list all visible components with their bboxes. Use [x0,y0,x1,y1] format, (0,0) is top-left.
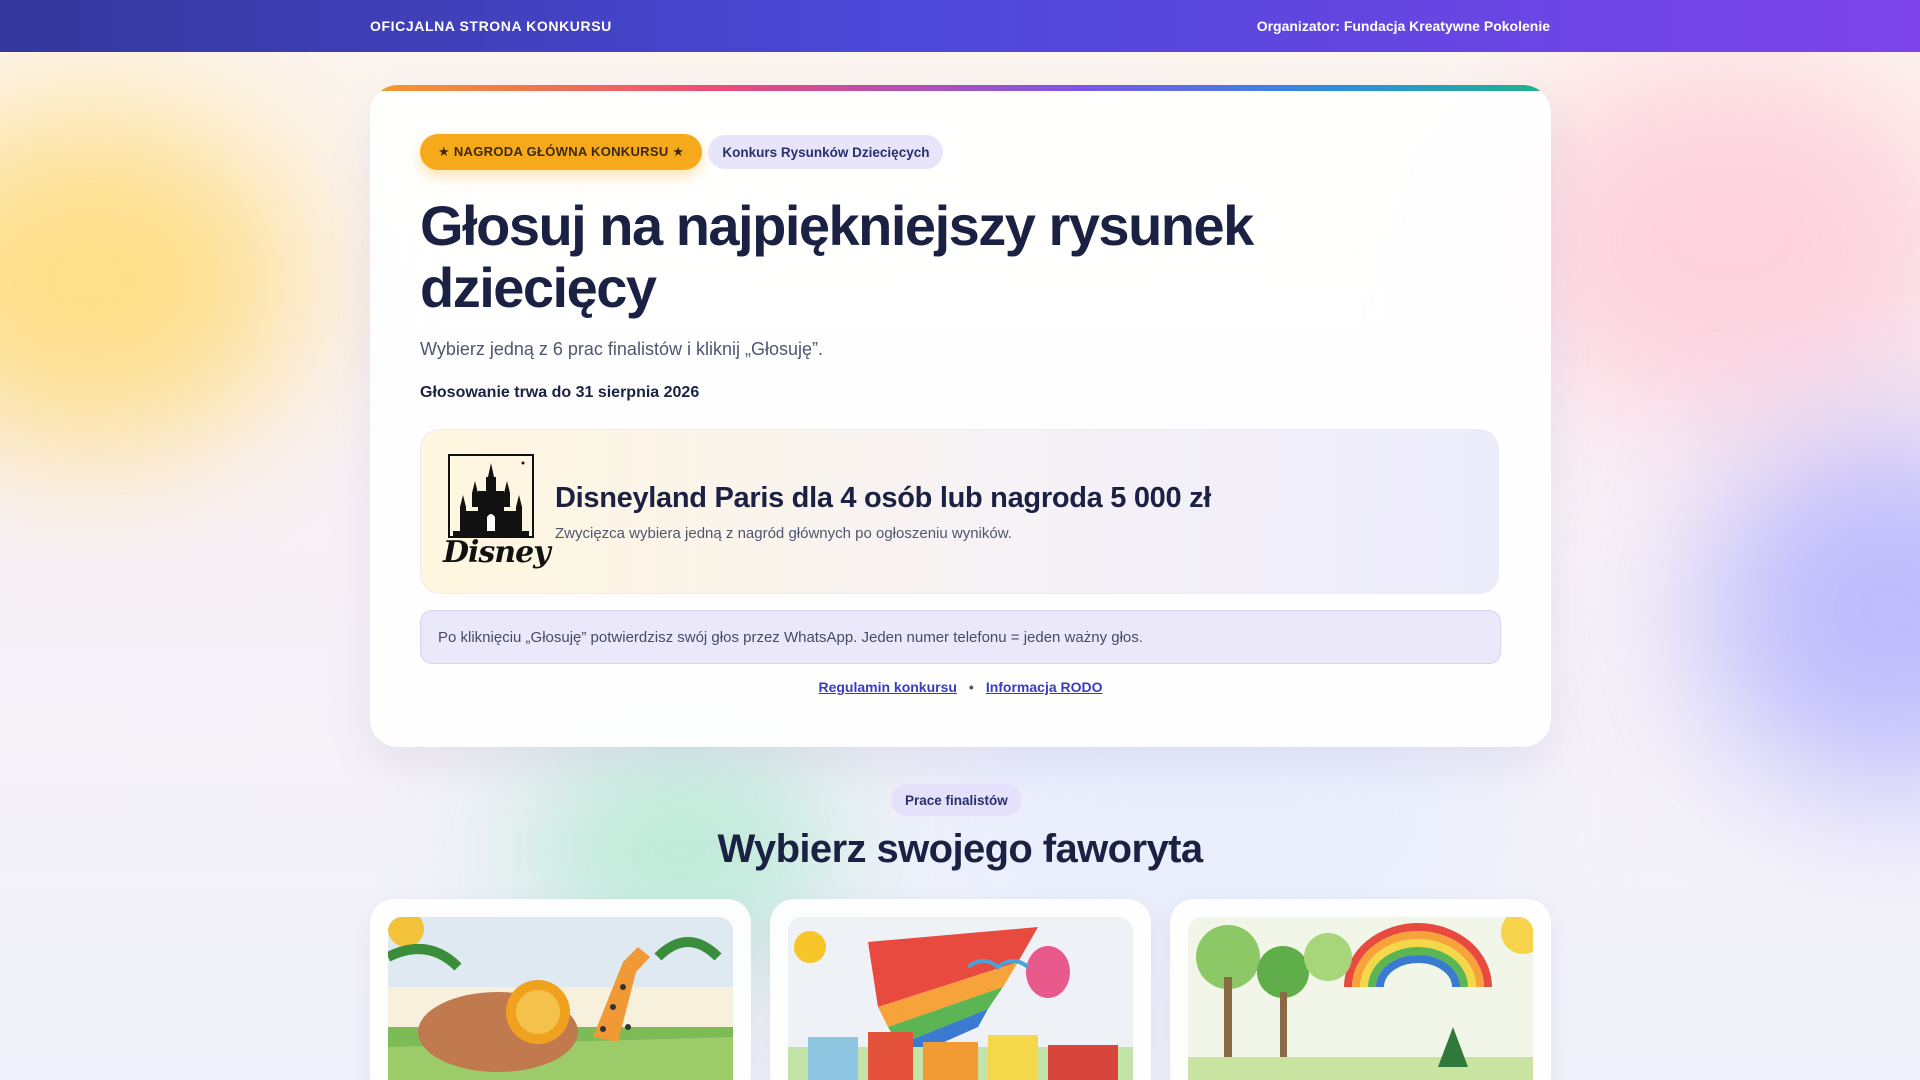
site-label: OFICJALNA STRONA KONKURSU [370,18,612,34]
deadline-date: 31 sierpnia 2026 [575,384,700,401]
finalist-card-3[interactable] [1170,899,1551,1080]
prize-description: Zwycięzca wybiera jedną z nagród głównyc… [555,524,1012,542]
organizer-label: Organizator: Fundacja Kreatywne Pokoleni… [1256,18,1550,34]
legal-links: Regulamin konkursu • Informacja RODO [370,679,1551,695]
prize-title: Disneyland Paris dla 4 osób lub nagroda … [555,481,1212,514]
hero-card: ★ NAGRODA GŁÓWNA KONKURSU ★ Konkurs Rysu… [370,85,1551,747]
disney-castle-logo: Disney [443,451,551,573]
lion-giraffe-drawing-icon [388,917,733,1080]
voting-deadline: Głosowanie trwa do 31 sierpnia 2026 [420,384,699,402]
finalist-card-2[interactable] [770,899,1151,1080]
disney-logo-text: Disney [443,534,551,570]
page-title: Głosuj na najpiękniejszy rysunek dziecię… [420,194,1254,319]
gdpr-link[interactable]: Informacja RODO [986,679,1103,695]
top-bar: OFICJALNA STRONA KONKURSU Organizator: F… [0,0,1920,52]
prize-box: Disney Disneyland Paris dla 4 osób lub n… [420,429,1499,594]
contest-badge: Konkurs Rysunków Dziecięcych [708,135,944,169]
hero-badges: ★ NAGRODA GŁÓWNA KONKURSU ★ Konkurs Rysu… [420,134,944,170]
forest-rainbow-drawing-icon [1188,917,1533,1080]
deadline-label: Głosowanie trwa do [420,384,576,401]
finalist-card-1[interactable] [370,899,751,1080]
whatsapp-notice: Po kliknięciu „Głosuję” potwierdzisz swó… [420,610,1501,664]
prize-text: Disneyland Paris dla 4 osób lub nagroda … [555,482,1211,542]
finalists-title: Wybierz swojego faworyta [717,827,1204,871]
rainbow-town-drawing-icon [788,917,1133,1080]
link-separator: • [968,679,974,695]
rainbow-strip [370,85,1551,91]
finalists-badge: Prace finalistów [891,784,1022,816]
main-prize-badge: ★ NAGRODA GŁÓWNA KONKURSU ★ [420,134,703,170]
page-subtitle: Wybierz jedną z 6 prac finalistów i klik… [420,339,823,359]
rules-link[interactable]: Regulamin konkursu [818,679,956,695]
